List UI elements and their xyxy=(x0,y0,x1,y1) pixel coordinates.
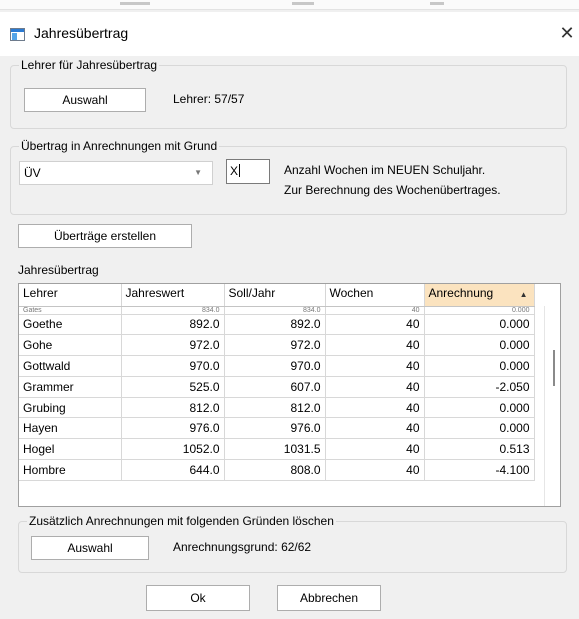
table-cell: 0.000 xyxy=(424,306,535,315)
table-cell: 834.0 xyxy=(121,306,225,315)
table-cell: Hogel xyxy=(19,438,122,461)
weeks-input[interactable]: X xyxy=(226,159,270,184)
column-header[interactable]: Lehrer xyxy=(19,284,122,307)
table-cell: 40 xyxy=(325,376,425,398)
table-cell: 812.0 xyxy=(224,397,326,419)
create-transfers-button[interactable]: Überträge erstellen xyxy=(18,224,192,248)
table-cell: Gottwald xyxy=(19,355,122,377)
uebertrag-group-legend: Übertrag in Anrechnungen mit Grund xyxy=(19,139,220,153)
table-cell: 0.000 xyxy=(424,417,535,440)
close-icon[interactable]: ✕ xyxy=(555,18,579,48)
table-cell: 892.0 xyxy=(121,314,225,336)
table-row-partial[interactable]: Gates 834.0 834.0 40 0.000 xyxy=(19,306,535,315)
table-row[interactable]: Gohe 972.0 972.0 40 0.000 xyxy=(19,334,535,357)
table-cell: 976.0 xyxy=(224,417,326,440)
table-cell: 0.000 xyxy=(424,334,535,357)
background-mark xyxy=(430,2,444,5)
ok-button[interactable]: Ok xyxy=(146,585,250,611)
scrollbar-thumb[interactable] xyxy=(553,350,555,386)
grund-combo[interactable]: ÜV ▼ xyxy=(19,161,213,185)
table-cell: 970.0 xyxy=(224,355,326,377)
delete-group-legend: Zusätzlich Anrechnungen mit folgenden Gr… xyxy=(27,514,336,528)
table-cell: Gohe xyxy=(19,334,122,357)
window-app-icon xyxy=(10,28,25,41)
table-cell: 607.0 xyxy=(224,376,326,398)
table-cell: 40 xyxy=(325,417,425,440)
lehrer-count: Lehrer: 57/57 xyxy=(173,92,245,106)
title-bar: Jahresübertrag ✕ xyxy=(0,12,579,56)
weeks-hint-line1: Anzahl Wochen im NEUEN Schuljahr. xyxy=(284,163,486,177)
delete-reasons-group: Zusätzlich Anrechnungen mit folgenden Gr… xyxy=(18,514,567,573)
table: Lehrer Jahreswert Soll/Jahr Wochen Anrec… xyxy=(19,284,535,481)
column-header[interactable]: Wochen xyxy=(325,284,425,307)
table-label: Jahresübertrag xyxy=(18,263,99,277)
table-cell: 892.0 xyxy=(224,314,326,336)
delete-auswahl-button[interactable]: Auswahl xyxy=(31,536,149,560)
grund-combo-value: ÜV xyxy=(24,166,41,180)
table-row[interactable]: Hogel 1052.0 1031.5 40 0.513 xyxy=(19,438,535,461)
table-row[interactable]: Grubing 812.0 812.0 40 0.000 xyxy=(19,397,535,419)
background-mark xyxy=(120,2,150,5)
table-cell: Grubing xyxy=(19,397,122,419)
background-mark xyxy=(292,2,314,5)
table-cell: 0.000 xyxy=(424,397,535,419)
table-row[interactable]: Hayen 976.0 976.0 40 0.000 xyxy=(19,417,535,440)
uebertrag-group: Übertrag in Anrechnungen mit Grund ÜV ▼ … xyxy=(10,139,567,215)
table-row[interactable]: Grammer 525.0 607.0 40 -2.050 xyxy=(19,376,535,398)
table-cell: 0.000 xyxy=(424,314,535,336)
column-header[interactable]: Jahreswert xyxy=(121,284,225,307)
table-cell: Goethe xyxy=(19,314,122,336)
table-row[interactable]: Gottwald 970.0 970.0 40 0.000 xyxy=(19,355,535,377)
table-row[interactable]: Hombre 644.0 808.0 40 -4.100 xyxy=(19,459,535,481)
table-cell: 40 xyxy=(325,306,425,315)
sort-asc-icon: ▲ xyxy=(519,290,528,299)
table-cell: 40 xyxy=(325,397,425,419)
column-header[interactable]: Soll/Jahr xyxy=(224,284,326,307)
dialog-body: Lehrer für Jahresübertrag Auswahl Lehrer… xyxy=(0,56,579,619)
lehrer-group-legend: Lehrer für Jahresübertrag xyxy=(19,58,160,72)
anrechnungsgrund-count: Anrechnungsgrund: 62/62 xyxy=(173,540,312,554)
weeks-hint-line2: Zur Berechnung des Wochenübertrages. xyxy=(284,183,501,197)
table-header-row: Lehrer Jahreswert Soll/Jahr Wochen Anrec… xyxy=(19,284,535,307)
text-caret xyxy=(239,164,241,177)
table-cell: Gates xyxy=(19,306,122,315)
table-cell: -2.050 xyxy=(424,376,535,398)
background-window-strip xyxy=(0,0,579,10)
table-cell: 976.0 xyxy=(121,417,225,440)
table-cell: 40 xyxy=(325,355,425,377)
table-cell: 970.0 xyxy=(121,355,225,377)
table-cell: 40 xyxy=(325,334,425,357)
table-row[interactable]: Goethe 892.0 892.0 40 0.000 xyxy=(19,314,535,336)
table-cell: 40 xyxy=(325,438,425,461)
jahresuebertrag-table: Lehrer Jahreswert Soll/Jahr Wochen Anrec… xyxy=(18,283,561,507)
table-cell: 972.0 xyxy=(121,334,225,357)
chevron-down-icon[interactable]: ▼ xyxy=(194,168,202,177)
table-cell: 1052.0 xyxy=(121,438,225,461)
lehrer-group: Lehrer für Jahresübertrag Auswahl Lehrer… xyxy=(10,58,567,129)
lehrer-auswahl-button[interactable]: Auswahl xyxy=(24,88,146,112)
table-cell: 808.0 xyxy=(224,459,326,481)
column-header-sorted[interactable]: Anrechnung ▲ xyxy=(424,284,535,307)
table-cell: 0.513 xyxy=(424,438,535,461)
table-cell: 525.0 xyxy=(121,376,225,398)
table-cell: 834.0 xyxy=(224,306,326,315)
table-cell: Hombre xyxy=(19,459,122,481)
vertical-scrollbar[interactable] xyxy=(544,306,560,506)
table-cell: -4.100 xyxy=(424,459,535,481)
table-cell: 972.0 xyxy=(224,334,326,357)
table-cell: 1031.5 xyxy=(224,438,326,461)
table-cell: 0.000 xyxy=(424,355,535,377)
table-cell: 644.0 xyxy=(121,459,225,481)
cancel-button[interactable]: Abbrechen xyxy=(277,585,381,611)
table-cell: Grammer xyxy=(19,376,122,398)
table-cell: 40 xyxy=(325,314,425,336)
table-cell: 40 xyxy=(325,459,425,481)
window-title: Jahresübertrag xyxy=(34,25,129,41)
weeks-input-value: X xyxy=(230,164,239,178)
table-cell: Hayen xyxy=(19,417,122,440)
table-cell: 812.0 xyxy=(121,397,225,419)
